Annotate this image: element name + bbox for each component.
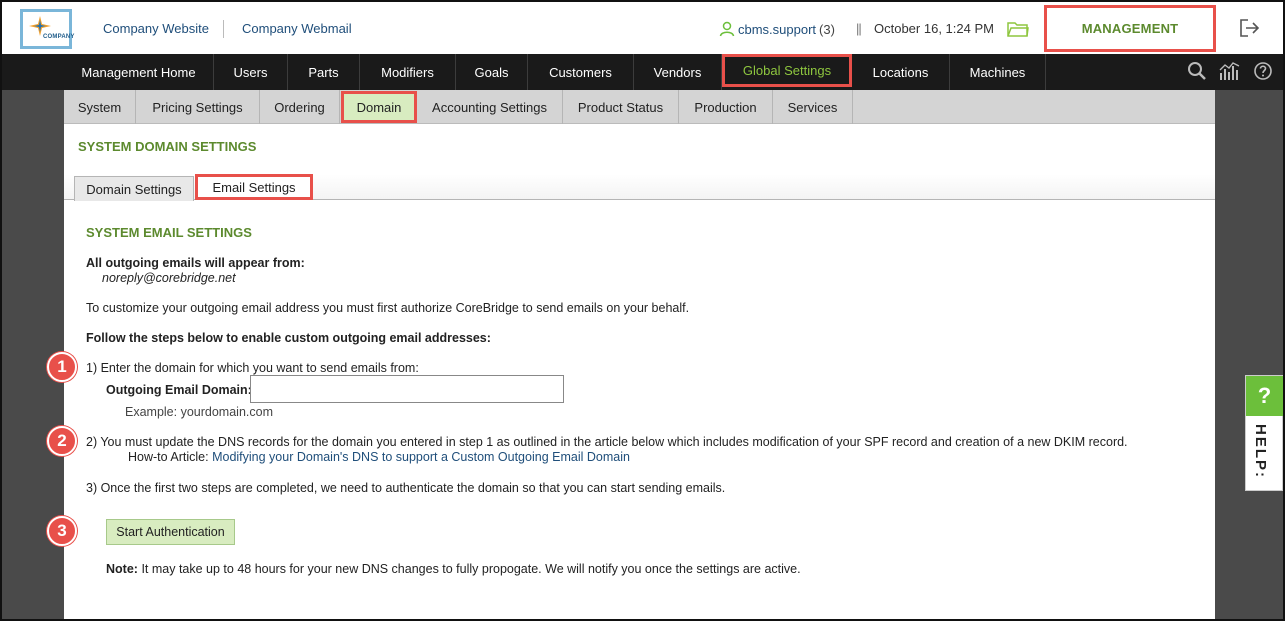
user-count: (3): [819, 21, 835, 37]
subnav-product-status[interactable]: Product Status: [563, 90, 679, 124]
management-button[interactable]: MANAGEMENT: [1044, 5, 1216, 52]
company-website-link[interactable]: Company Website: [103, 21, 209, 36]
subnav-services[interactable]: Services: [773, 90, 853, 124]
logo-mark-icon: [29, 16, 51, 36]
help-circle-icon[interactable]: [1253, 61, 1273, 86]
nav-modifiers[interactable]: Modifiers: [360, 54, 456, 90]
howto-article-link[interactable]: Modifying your Domain's DNS to support a…: [212, 450, 630, 464]
subnav-accounting-settings[interactable]: Accounting Settings: [417, 90, 563, 124]
howto-row: How-to Article: Modifying your Domain's …: [128, 450, 630, 464]
from-label: All outgoing emails will appear from:: [86, 256, 305, 270]
search-icon[interactable]: [1187, 61, 1207, 86]
logo-text: COMPANY: [43, 34, 75, 40]
help-tab[interactable]: ? HELP:: [1245, 375, 1283, 491]
nav-global-settings[interactable]: Global Settings: [722, 54, 852, 87]
step-badge-2: 2: [47, 426, 77, 456]
tab-email-settings[interactable]: Email Settings: [195, 174, 313, 200]
start-authentication-button[interactable]: Start Authentication: [106, 519, 235, 545]
app-frame: COMPANY Company Website Company Webmail …: [0, 0, 1285, 621]
section-title: SYSTEM EMAIL SETTINGS: [86, 225, 252, 240]
nav-goals[interactable]: Goals: [456, 54, 528, 90]
step1-text: 1) Enter the domain for which you want t…: [86, 361, 419, 375]
nav-machines[interactable]: Machines: [950, 54, 1046, 90]
help-label: HELP:: [1252, 424, 1269, 479]
subnav-domain[interactable]: Domain: [341, 91, 417, 123]
nav-management-home[interactable]: Management Home: [64, 54, 214, 90]
intro-text: To customize your outgoing email address…: [86, 301, 690, 315]
link-divider: [223, 20, 224, 38]
subnav-system[interactable]: System: [64, 90, 136, 124]
nav-vendors[interactable]: Vendors: [634, 54, 722, 90]
step-badge-3: 3: [47, 516, 77, 546]
domain-example: Example: yourdomain.com: [125, 405, 273, 419]
analytics-icon[interactable]: [1219, 61, 1241, 86]
user-account[interactable]: cbms.support (3): [719, 21, 835, 37]
folder-icon[interactable]: [1007, 20, 1029, 43]
from-address: noreply@corebridge.net: [102, 271, 236, 285]
note-text: It may take up to 48 hours for your new …: [141, 562, 801, 576]
note-row: Note: It may take up to 48 hours for you…: [106, 562, 801, 576]
nav-users[interactable]: Users: [214, 54, 288, 90]
step-badge-1: 1: [47, 352, 77, 382]
domain-label: Outgoing Email Domain:: [106, 383, 252, 397]
logout-icon[interactable]: [1238, 17, 1262, 44]
help-question-icon: ?: [1246, 376, 1283, 416]
main-content: SYSTEM DOMAIN SETTINGS Domain Settings E…: [64, 124, 1215, 619]
sub-nav: System Pricing Settings Ordering Domain …: [64, 90, 1215, 124]
steps-heading: Follow the steps below to enable custom …: [86, 331, 491, 345]
company-webmail-link[interactable]: Company Webmail: [242, 21, 352, 36]
company-logo[interactable]: COMPANY: [20, 9, 75, 49]
settings-tabs: Domain Settings Email Settings: [64, 174, 1215, 201]
subnav-ordering[interactable]: Ordering: [260, 90, 340, 124]
step2-text: 2) You must update the DNS records for t…: [86, 435, 1128, 449]
nav-locations[interactable]: Locations: [852, 54, 950, 90]
step3-text: 3) Once the first two steps are complete…: [86, 481, 726, 495]
subnav-production[interactable]: Production: [679, 90, 773, 124]
main-nav: Management Home Users Parts Modifiers Go…: [2, 54, 1283, 90]
email-settings-panel: SYSTEM EMAIL SETTINGS All outgoing email…: [64, 201, 1215, 619]
datetime-separator: ||: [856, 21, 862, 36]
user-name: cbms.support: [738, 21, 817, 37]
outgoing-domain-input[interactable]: [250, 375, 564, 403]
nav-parts[interactable]: Parts: [288, 54, 360, 90]
user-icon: [719, 21, 735, 37]
note-label: Note:: [106, 562, 138, 576]
top-header: COMPANY Company Website Company Webmail …: [2, 2, 1283, 54]
page-title: SYSTEM DOMAIN SETTINGS: [78, 139, 257, 154]
current-datetime: October 16, 1:24 PM: [874, 21, 994, 36]
nav-tools: [1187, 61, 1273, 86]
nav-customers[interactable]: Customers: [528, 54, 634, 90]
tab-domain-settings[interactable]: Domain Settings: [74, 176, 194, 201]
howto-label: How-to Article:: [128, 450, 209, 464]
subnav-pricing-settings[interactable]: Pricing Settings: [136, 90, 260, 124]
